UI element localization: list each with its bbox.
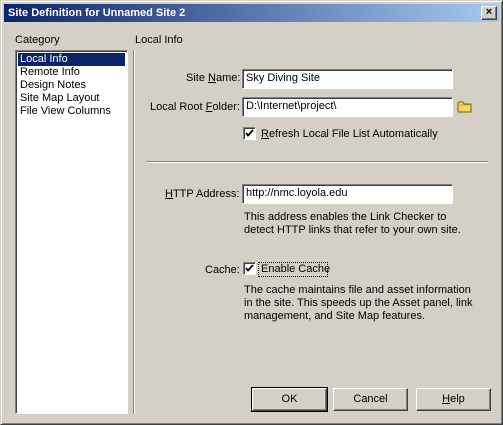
cache-note: The cache maintains file and asset infor… [244, 284, 473, 322]
category-item-remote-info[interactable]: Remote Info [18, 66, 125, 79]
category-item-design-notes[interactable]: Design Notes [18, 79, 125, 92]
category-item-file-view-columns[interactable]: File View Columns [18, 105, 125, 118]
cache-label: Cache: [205, 264, 240, 276]
http-address-label: HTTP Address: [165, 188, 240, 200]
section-divider [146, 161, 488, 163]
category-heading: Category [15, 34, 60, 46]
window-title: Site Definition for Unnamed Site 2 [8, 7, 186, 19]
http-address-note: This address enables the Link Checker to… [244, 211, 461, 236]
title-bar[interactable]: Site Definition for Unnamed Site 2 × [4, 4, 499, 22]
ok-button[interactable]: OK [251, 387, 328, 412]
site-definition-dialog: Site Definition for Unnamed Site 2 × Cat… [0, 0, 503, 425]
checkmark-icon [245, 264, 254, 272]
refresh-label[interactable]: Refresh Local File List Automatically [261, 128, 438, 140]
checkmark-icon [245, 129, 254, 137]
site-name-input[interactable]: Sky Diving Site [242, 69, 453, 89]
category-item-site-map-layout[interactable]: Site Map Layout [18, 92, 125, 105]
vertical-divider [133, 50, 135, 414]
enable-cache-checkbox[interactable] [243, 262, 256, 275]
category-list[interactable]: Local Info Remote Info Design Notes Site… [15, 50, 128, 414]
close-icon: × [485, 6, 493, 18]
folder-icon[interactable] [457, 100, 473, 114]
http-address-input[interactable]: http://nmc.loyola.edu [242, 184, 453, 204]
category-item-local-info[interactable]: Local Info [18, 53, 125, 66]
local-root-folder-input[interactable]: D:\Internet\project\ [242, 97, 453, 117]
close-button[interactable]: × [481, 6, 497, 20]
refresh-checkbox[interactable] [243, 127, 256, 140]
help-button[interactable]: Help [416, 388, 491, 411]
cancel-button[interactable]: Cancel [333, 388, 408, 411]
panel-heading: Local Info [135, 34, 183, 46]
site-name-label: Site Name: [186, 72, 241, 84]
local-root-folder-label: Local Root Folder: [150, 101, 240, 113]
enable-cache-label[interactable]: Enable Cache [261, 263, 330, 275]
